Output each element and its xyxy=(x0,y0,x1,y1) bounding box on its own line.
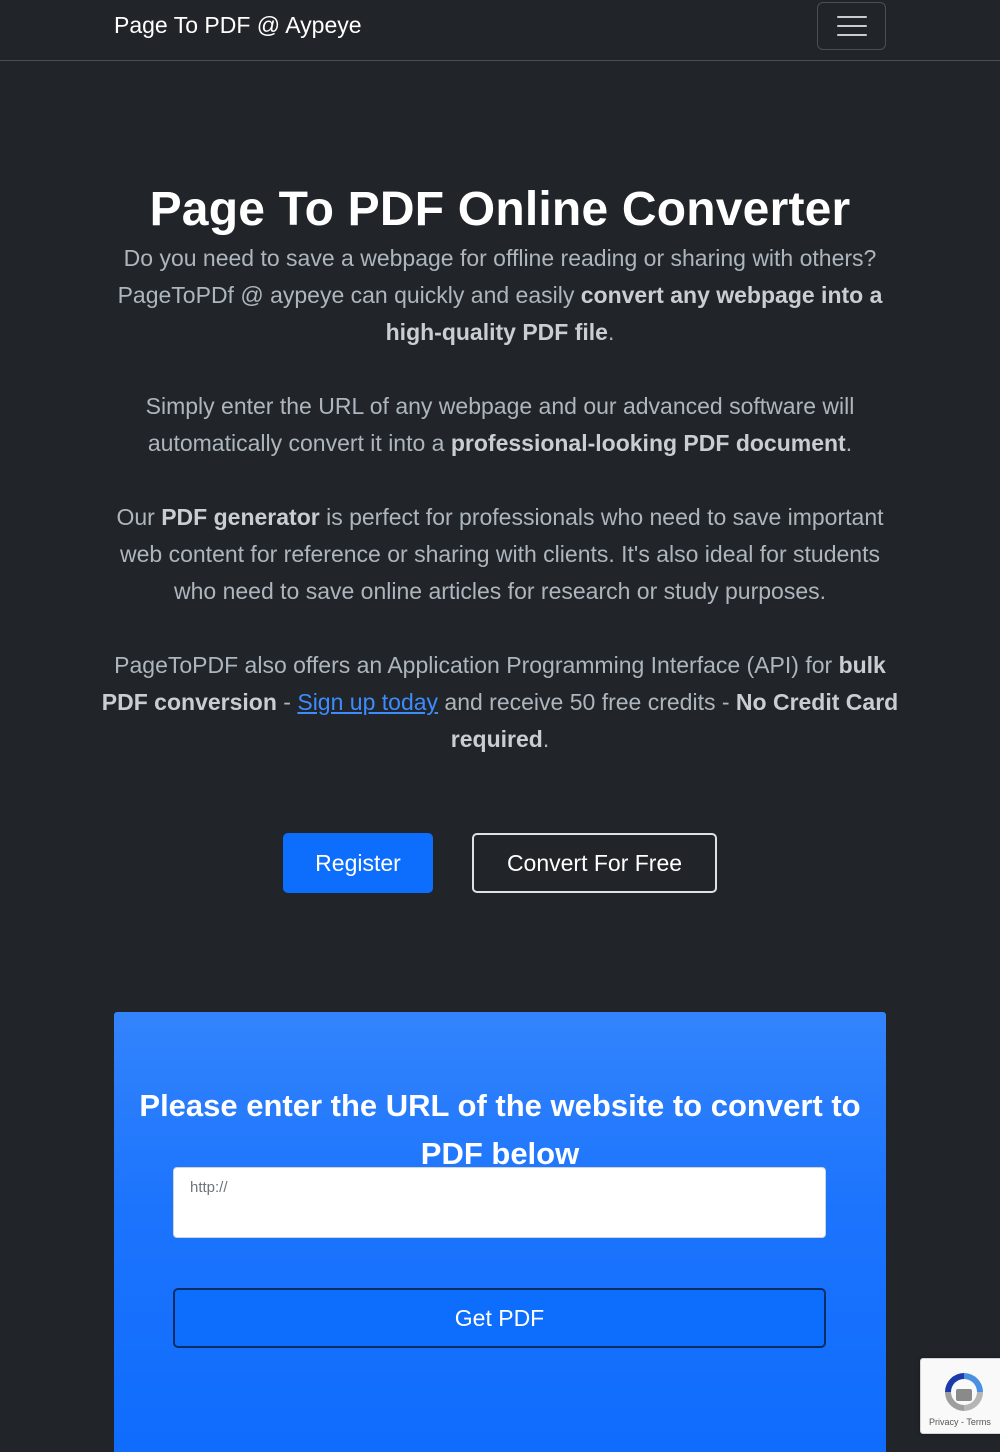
navbar-toggler-button[interactable] xyxy=(817,2,886,50)
hero-buttons: Register Convert For Free xyxy=(0,833,1000,893)
register-button[interactable]: Register xyxy=(283,833,433,893)
intro-paragraph-3: Our PDF generator is perfect for profess… xyxy=(116,504,884,604)
recaptcha-icon xyxy=(945,1373,983,1411)
intro-paragraph-2: Simply enter the URL of any webpage and … xyxy=(145,393,855,456)
recaptcha-badge[interactable]: Privacy - Terms xyxy=(920,1358,1000,1434)
navbar: Page To PDF @ Aypeye xyxy=(0,0,1000,61)
intro-paragraph-4: PageToPDF also offers an Application Pro… xyxy=(101,652,899,752)
hamburger-menu-icon xyxy=(836,16,867,36)
converter-heading: Please enter the URL of the website to c… xyxy=(139,1088,861,1171)
convert-for-free-button[interactable]: Convert For Free xyxy=(472,833,717,893)
hero-section: Page To PDF Online Converter Do you need… xyxy=(100,180,900,758)
sign-up-link[interactable]: Sign up today xyxy=(297,689,438,715)
get-pdf-button[interactable]: Get PDF xyxy=(173,1288,826,1348)
intro-paragraph-1: Do you need to save a webpage for offlin… xyxy=(117,245,883,345)
page-title: Page To PDF Online Converter xyxy=(149,183,851,236)
recaptcha-terms[interactable]: Privacy - Terms xyxy=(929,1417,991,1427)
converter-card: Please enter the URL of the website to c… xyxy=(114,1012,886,1452)
brand-link[interactable]: Page To PDF @ Aypeye xyxy=(114,12,362,39)
url-input[interactable] xyxy=(173,1167,826,1238)
